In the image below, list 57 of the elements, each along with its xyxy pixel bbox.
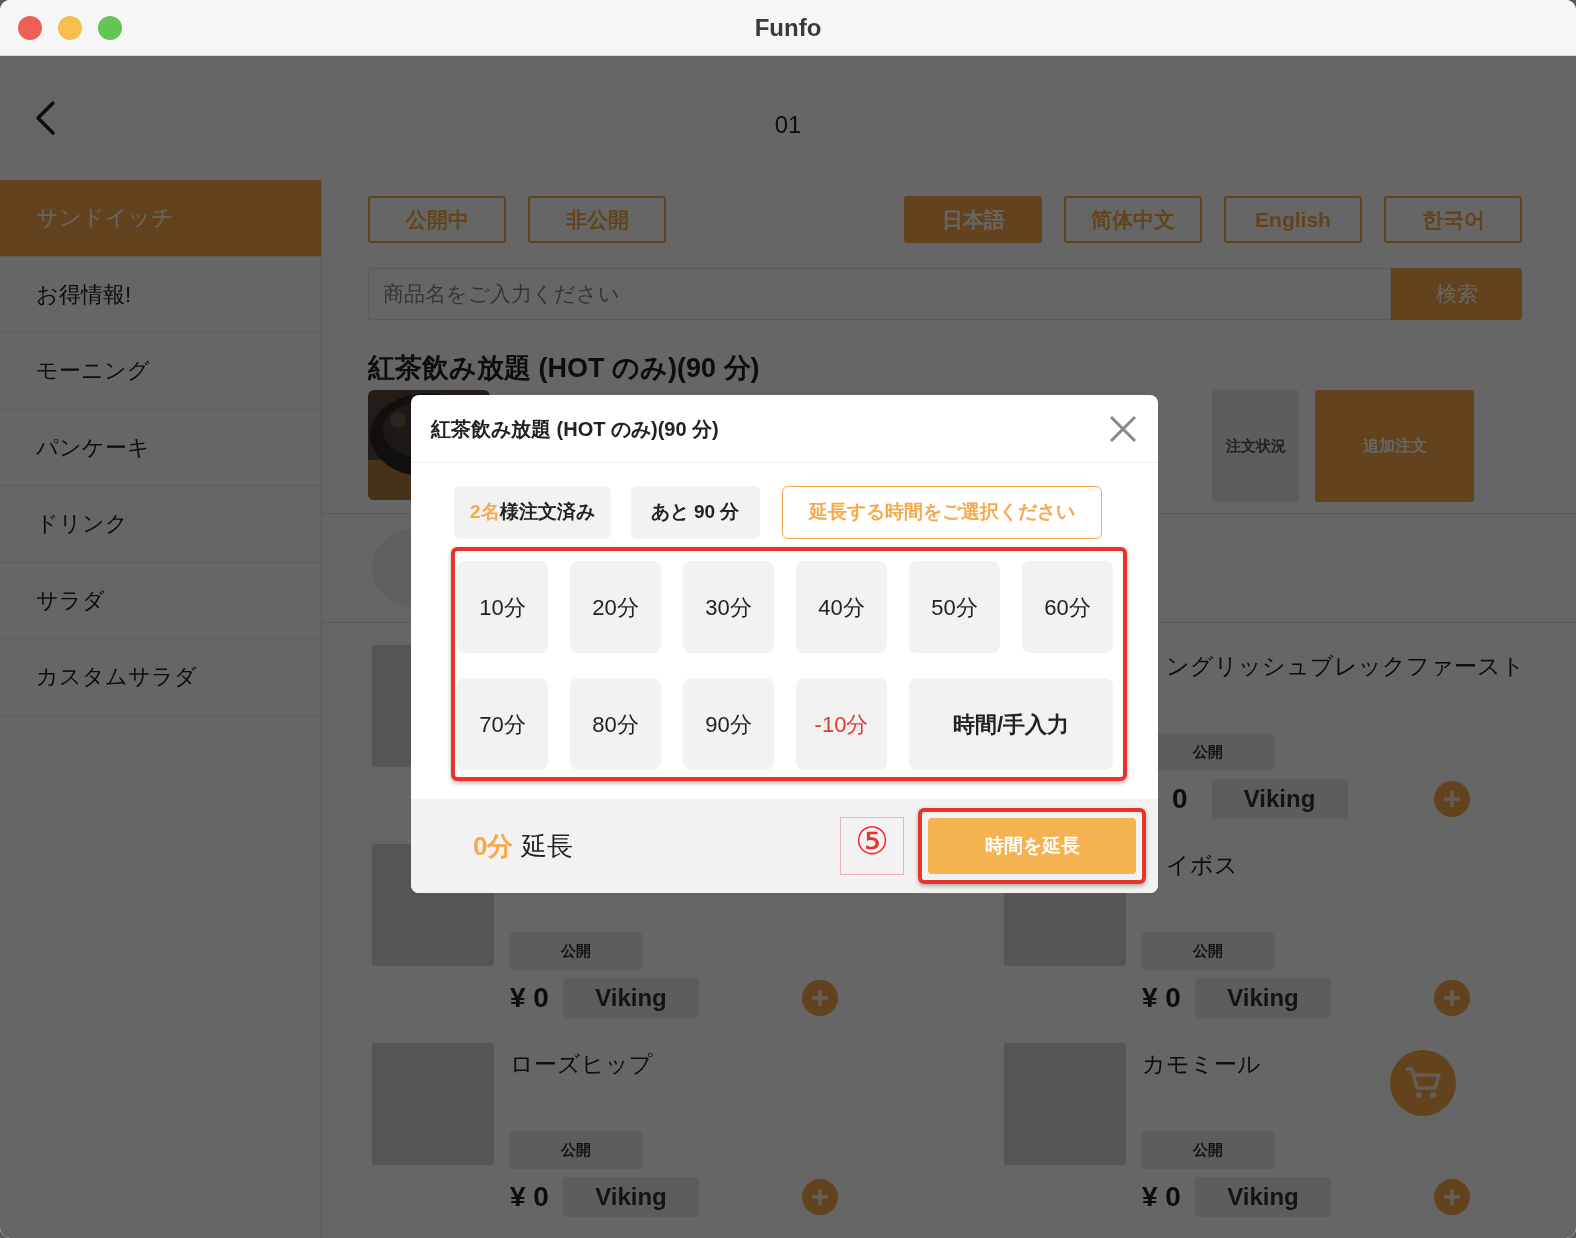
status-badge: 公開 <box>510 1131 642 1169</box>
remaining-time-chip: あと 90 分 <box>630 486 760 539</box>
dialog-title: 紅茶飲み放題 (HOT のみ)(90 分) <box>431 416 719 442</box>
close-icon <box>1109 414 1137 443</box>
price-text: ¥ 0 <box>1142 981 1181 1015</box>
status-badge: 公開 <box>1142 932 1274 970</box>
time-option-button[interactable]: 50分 <box>909 561 1000 653</box>
add-button[interactable] <box>802 980 838 1016</box>
plus-icon <box>1442 789 1462 809</box>
ordered-count-chip: 2名様注文済み <box>454 486 611 539</box>
add-button[interactable] <box>1434 781 1470 817</box>
item-name: ローズヒップ <box>510 1051 653 1077</box>
item-name: ングリッシュブレックファースト <box>1166 653 1525 679</box>
tag-label: Viking <box>562 978 699 1018</box>
extend-time-button[interactable]: 時間を延長 <box>928 818 1136 874</box>
tag-label: Viking <box>1211 779 1348 819</box>
time-option-button[interactable]: 10分 <box>457 561 548 653</box>
time-option-button[interactable]: 80分 <box>570 678 661 770</box>
time-option-button[interactable]: -10分 <box>796 678 887 770</box>
time-option-button[interactable]: 40分 <box>796 561 887 653</box>
price-text: 0 <box>1172 782 1188 816</box>
item-name: カモミール <box>1142 1051 1261 1077</box>
time-option-button[interactable]: 20分 <box>570 561 661 653</box>
price-text: ¥ 0 <box>510 981 549 1015</box>
extension-summary: 0分 延長 <box>473 829 574 863</box>
back-icon <box>34 100 56 136</box>
status-badge: 公開 <box>1142 1131 1274 1169</box>
add-button[interactable] <box>1434 1179 1470 1215</box>
minimize-button[interactable] <box>58 16 82 40</box>
close-button[interactable] <box>1108 413 1138 444</box>
order-status-button[interactable]: 注文状況 <box>1212 390 1299 502</box>
cart-icon <box>1404 1066 1442 1100</box>
time-option-button[interactable]: 時間/手入力 <box>909 678 1113 770</box>
time-option-button[interactable]: 30分 <box>683 561 774 653</box>
price-text: ¥ 0 <box>510 1180 549 1214</box>
time-option-button[interactable]: 60分 <box>1022 561 1113 653</box>
tag-label: Viking <box>1194 978 1331 1018</box>
time-option-button[interactable]: 90分 <box>683 678 774 770</box>
prompt-chip: 延長する時間をご選択ください <box>781 486 1102 539</box>
time-option-button[interactable]: 70分 <box>457 678 548 770</box>
zoom-button[interactable] <box>98 16 122 40</box>
add-button[interactable] <box>1434 980 1470 1016</box>
item-name: イボス <box>1166 852 1238 878</box>
table-number: 01 <box>774 110 802 140</box>
plus-icon <box>810 1187 830 1207</box>
price-text: ¥ 0 <box>1142 1180 1181 1214</box>
status-badge: 公開 <box>510 932 642 970</box>
plus-icon <box>1442 1187 1462 1207</box>
product-title: 紅茶飲み放題 (HOT のみ)(90 分) <box>366 352 761 384</box>
tag-label: Viking <box>562 1177 699 1217</box>
add-button[interactable] <box>802 1179 838 1215</box>
plus-icon <box>1442 988 1462 1008</box>
plus-icon <box>810 988 830 1008</box>
tag-label: Viking <box>1194 1177 1331 1217</box>
close-button[interactable] <box>18 16 42 40</box>
step-number-label: ⑤ <box>840 817 904 875</box>
window-title: Funfo <box>754 12 822 43</box>
